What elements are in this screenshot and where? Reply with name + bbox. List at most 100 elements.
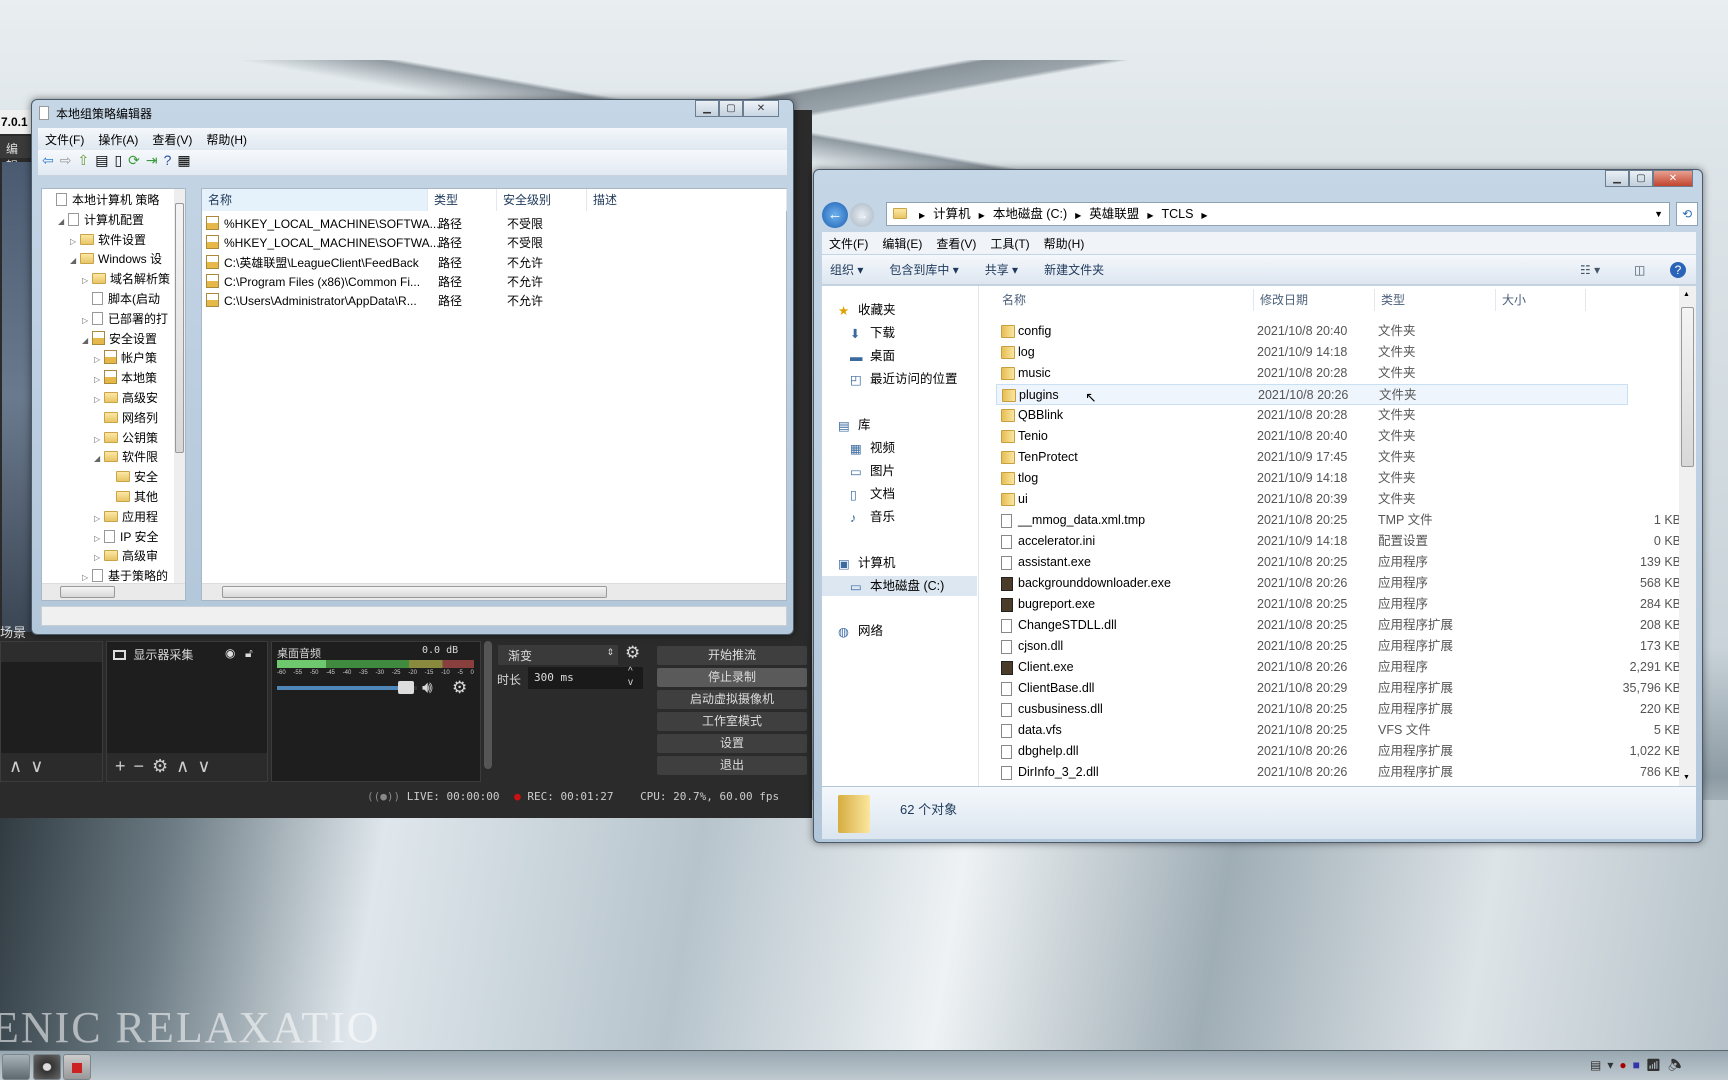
- transition-gear-icon[interactable]: ⚙: [625, 643, 640, 663]
- nav-item[interactable]: ⬇ 下载: [822, 323, 977, 343]
- tree-item[interactable]: ▷ IP 安全: [94, 528, 158, 546]
- help-icon[interactable]: ?: [1670, 262, 1686, 278]
- nav-item[interactable]: ▭ 本地磁盘 (C:): [822, 576, 977, 596]
- show-hide-tree-icon[interactable]: ▤: [95, 152, 114, 168]
- tree-item[interactable]: ◢ 计算机配置: [58, 211, 144, 229]
- expand-icon[interactable]: ▷: [82, 272, 92, 290]
- file-row[interactable]: backgrounddownloader.exe 2021/10/8 20:26 应…: [996, 573, 1686, 594]
- file-row[interactable]: accelerator.ini 2021/10/9 14:18 配置设置 0 KB: [996, 531, 1686, 552]
- file-row[interactable]: ClientBase.dll 2021/10/8 20:29 应用程序扩展 35,79…: [996, 678, 1686, 699]
- obs-control-button[interactable]: 设置: [657, 734, 807, 753]
- expand-icon[interactable]: ▷: [94, 431, 104, 449]
- obs-control-button[interactable]: 启动虚拟摄像机: [657, 690, 807, 709]
- file-row[interactable]: log 2021/10/9 14:18 文件夹: [996, 342, 1686, 363]
- refresh-icon[interactable]: ⟳: [128, 152, 146, 168]
- file-row[interactable]: ui 2021/10/8 20:39 文件夹: [996, 489, 1686, 510]
- close-button[interactable]: ✕: [743, 100, 779, 117]
- tree-item[interactable]: ▷ 公钥策: [94, 429, 158, 447]
- scroll-down-icon[interactable]: ▼: [1683, 774, 1690, 781]
- nav-item[interactable]: ▯ 文档: [822, 484, 977, 504]
- policy-row[interactable]: C:\Users\Administrator\AppData\R... 路径 不允许: [206, 291, 781, 311]
- file-row[interactable]: dbghelp.dll 2021/10/8 20:26 应用程序扩展 1,022 KB: [996, 741, 1686, 762]
- transition-select[interactable]: 渐变 ⇕: [498, 645, 618, 665]
- breadcrumb-item[interactable]: 英雄联盟: [1089, 207, 1139, 221]
- source-item[interactable]: 显示器采集 ◉ 🔓︎: [113, 646, 263, 662]
- tree-item[interactable]: 网络列: [94, 409, 158, 427]
- close-button[interactable]: ✕: [1653, 170, 1693, 187]
- expand-icon[interactable]: ▷: [94, 530, 104, 548]
- expand-icon[interactable]: ▷: [94, 371, 104, 389]
- move-up-icon[interactable]: ∧: [9, 756, 30, 776]
- command-button[interactable]: 新建文件夹: [1044, 263, 1104, 277]
- breadcrumb-separator-icon[interactable]: ▶: [979, 211, 985, 220]
- nav-item[interactable]: ▤ 库: [822, 415, 977, 435]
- policy-row[interactable]: C:\英雄联盟\LeagueClient\FeedBack 路径 不允许: [206, 253, 781, 273]
- column-header[interactable]: 描述: [587, 189, 787, 211]
- tree-item[interactable]: ◢ Windows 设: [70, 250, 162, 268]
- address-dropdown-icon[interactable]: ▼: [1654, 203, 1663, 225]
- command-button[interactable]: 组织 ▾: [830, 263, 863, 277]
- up-folder-icon[interactable]: ⇧: [77, 152, 95, 168]
- tree-hscroll[interactable]: [42, 583, 185, 600]
- nav-item[interactable]: ▬ 桌面: [822, 346, 977, 366]
- obs-control-button[interactable]: 工作室模式: [657, 712, 807, 731]
- menu-item[interactable]: 帮助(H): [1037, 232, 1092, 255]
- tree-item[interactable]: 脚本(启动: [82, 290, 160, 308]
- nav-item[interactable]: ▭ 图片: [822, 461, 977, 481]
- back-icon[interactable]: ⇦: [42, 152, 60, 168]
- taskbar-obs-button[interactable]: [2, 1054, 30, 1080]
- expand-icon[interactable]: ▷: [94, 351, 104, 369]
- menu-item[interactable]: 文件(F): [822, 232, 875, 255]
- address-bar[interactable]: ▶ 计算机 ▶ 本地磁盘 (C:) ▶ 英雄联盟 ▶ TCLS ▶ ▼: [886, 202, 1670, 226]
- expand-icon[interactable]: ▷: [94, 391, 104, 409]
- collapse-icon[interactable]: ◢: [58, 213, 68, 231]
- file-row[interactable]: bugreport.exe 2021/10/8 20:25 应用程序 284 KB: [996, 594, 1686, 615]
- breadcrumb-item[interactable]: 本地磁盘 (C:): [993, 207, 1067, 221]
- list-hscroll[interactable]: [202, 583, 786, 600]
- tray-volume-icon[interactable]: 🔈︎: [1667, 1058, 1688, 1072]
- command-button[interactable]: 包含到库中 ▾: [889, 263, 958, 277]
- tray-keyboard-icon[interactable]: ▤: [1590, 1058, 1607, 1072]
- file-row[interactable]: config 2021/10/8 20:40 文件夹: [996, 321, 1686, 342]
- duration-stepper[interactable]: ^ v: [628, 666, 633, 688]
- file-row[interactable]: DirInfo_3_2.dll 2021/10/8 20:26 应用程序扩展 786 …: [996, 762, 1686, 783]
- column-header[interactable]: 修改日期: [1254, 289, 1375, 311]
- nav-item[interactable]: ▣ 计算机: [822, 553, 977, 573]
- column-header[interactable]: 大小: [1496, 289, 1586, 311]
- tree-item[interactable]: ◢ 软件限: [94, 448, 158, 466]
- policy-row[interactable]: %HKEY_LOCAL_MACHINE\SOFTWA... 路径 不受限: [206, 214, 781, 234]
- file-row[interactable]: assistant.exe 2021/10/8 20:25 应用程序 139 KB: [996, 552, 1686, 573]
- maximize-button[interactable]: ▢: [1629, 170, 1653, 187]
- maximize-button[interactable]: ▢: [719, 100, 743, 117]
- column-header[interactable]: 名称: [202, 189, 428, 211]
- forward-button[interactable]: →: [850, 203, 874, 227]
- file-row[interactable]: __mmog_data.xml.tmp 2021/10/8 20:25 TMP 文件…: [996, 510, 1686, 531]
- export-icon[interactable]: ⇥: [146, 152, 164, 168]
- tree-item[interactable]: ◢ 安全设置: [82, 330, 157, 348]
- expand-icon[interactable]: ▷: [70, 233, 80, 251]
- menu-item[interactable]: 文件(F): [38, 128, 91, 151]
- forward-icon[interactable]: ⇨: [60, 152, 78, 168]
- file-row[interactable]: TenProtect 2021/10/9 17:45 文件夹: [996, 447, 1686, 468]
- properties-icon[interactable]: ▦: [177, 152, 196, 168]
- mixer-scrollbar[interactable]: [484, 641, 492, 769]
- help-icon[interactable]: ?: [164, 152, 178, 168]
- tray-app-icon[interactable]: ●: [1619, 1058, 1632, 1072]
- tree-item[interactable]: ▷ 域名解析策: [82, 270, 170, 288]
- column-header[interactable]: 安全级别: [497, 189, 587, 211]
- breadcrumb-separator-icon[interactable]: ▶: [1075, 211, 1081, 220]
- column-header[interactable]: 类型: [428, 189, 497, 211]
- gear-icon[interactable]: ⚙: [452, 678, 467, 698]
- add-icon[interactable]: +: [115, 756, 134, 776]
- tree-item[interactable]: ▷ 本地策: [94, 369, 157, 387]
- breadcrumb-item[interactable]: TCLS: [1161, 207, 1193, 221]
- speaker-icon[interactable]: 🔊︎: [422, 678, 433, 698]
- breadcrumb-separator-icon[interactable]: ▶: [919, 211, 925, 220]
- scene-move-buttons[interactable]: ∧∨: [1, 753, 102, 781]
- remove-icon[interactable]: −: [134, 756, 153, 776]
- taskbar-gpedit-button[interactable]: [63, 1054, 91, 1080]
- back-button[interactable]: ←: [822, 202, 848, 228]
- collapse-icon[interactable]: ◢: [70, 252, 80, 270]
- file-row[interactable]: music 2021/10/8 20:28 文件夹: [996, 363, 1686, 384]
- move-down-icon[interactable]: ∨: [197, 756, 218, 776]
